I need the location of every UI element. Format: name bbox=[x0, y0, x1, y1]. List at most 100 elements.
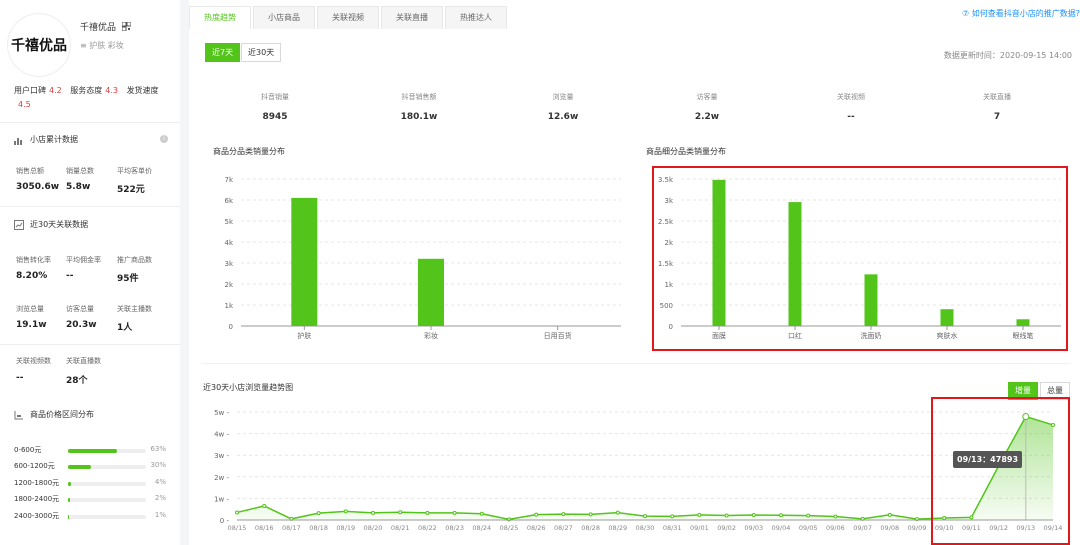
tab-influencers[interactable]: 热推达人 bbox=[445, 6, 507, 29]
data-point bbox=[670, 514, 675, 519]
stat-label: 推广商品数 bbox=[117, 256, 152, 264]
price-bar-fill bbox=[68, 482, 72, 486]
rating-label-reputation: 用户口碑 bbox=[14, 86, 46, 95]
data-point bbox=[643, 514, 647, 519]
y-tick-label: 4k bbox=[224, 239, 233, 247]
data-point bbox=[588, 512, 593, 517]
highlight-box-trend bbox=[931, 397, 1070, 545]
price-bar-track bbox=[68, 465, 146, 469]
x-tick-label: 09/05 bbox=[799, 524, 818, 532]
stat-value: 1人 bbox=[117, 323, 133, 333]
y-tick-label: 2k bbox=[224, 281, 233, 289]
y-tick-label: 5w - bbox=[214, 409, 229, 417]
rating-value-service: 4.3 bbox=[105, 86, 119, 95]
price-range-label: 1800-2400元 bbox=[14, 495, 60, 503]
x-tick-label: 08/30 bbox=[636, 524, 655, 532]
kpi-value: -- bbox=[847, 112, 855, 122]
data-point bbox=[615, 510, 620, 515]
x-tick-label: 08/15 bbox=[228, 524, 247, 532]
main-divider bbox=[201, 363, 1071, 364]
y-tick-label: 3k bbox=[224, 260, 233, 268]
update-time: 数据更新时间：2020-09-15 14:00 bbox=[943, 51, 1072, 60]
data-point bbox=[371, 510, 375, 515]
data-point bbox=[452, 510, 457, 515]
price-range-label: 600-1200元 bbox=[14, 462, 55, 470]
chart-title-trend: 近30天小店浏览量趋势图 bbox=[203, 383, 294, 392]
kpi-douyin-sales: 抖音销量 8945 bbox=[205, 92, 345, 122]
data-point bbox=[398, 510, 403, 515]
kpi-label: 关联直播 bbox=[983, 93, 1011, 101]
data-point bbox=[316, 511, 321, 516]
stat-value: 522元 bbox=[117, 185, 145, 195]
price-dist-title-text: 商品价格区间分布 bbox=[30, 410, 94, 419]
help-link[interactable]: ⑦ 如何查看抖音小店的推广数据? bbox=[962, 8, 1080, 19]
info-icon[interactable]: i bbox=[160, 135, 168, 143]
y-tick-label: 7k bbox=[224, 176, 233, 184]
tab-products[interactable]: 小店商品 bbox=[253, 6, 315, 29]
kpi-douyin-revenue: 抖音销售额 180.1w bbox=[349, 92, 489, 122]
kpi-related-live: 关联直播 7 bbox=[927, 92, 1067, 122]
data-point bbox=[534, 512, 539, 517]
data-point bbox=[262, 503, 267, 508]
shop-categories: ≡ 护肤 彩妆 bbox=[80, 41, 124, 50]
kpi-label: 抖音销量 bbox=[261, 93, 289, 101]
chart-title-subcategory: 商品细分品类销量分布 bbox=[646, 147, 726, 156]
stat-value: 20.3w bbox=[66, 320, 97, 330]
axis-chart-icon bbox=[14, 410, 23, 419]
x-tick-label: 09/01 bbox=[690, 524, 709, 532]
x-tick-label: 08/28 bbox=[581, 524, 600, 532]
price-row: 600-1200元 30% bbox=[14, 461, 174, 473]
tab-bar: 热度趋势 小店商品 关联视频 关联直播 热推达人 bbox=[189, 6, 509, 29]
price-pct: 2% bbox=[154, 494, 166, 502]
highlight-box-subcategory bbox=[652, 166, 1068, 351]
kpi-visitors: 访客量 2.2w bbox=[637, 92, 777, 122]
x-tick-label: 09/07 bbox=[853, 524, 872, 532]
x-tick-label: 08/18 bbox=[309, 524, 328, 532]
data-point bbox=[479, 511, 484, 516]
stat-value: -- bbox=[16, 373, 24, 383]
data-point bbox=[751, 513, 756, 518]
data-point bbox=[779, 513, 783, 518]
price-row: 1200-1800元 4% bbox=[14, 478, 174, 490]
price-bar-fill bbox=[68, 498, 70, 502]
tab-live[interactable]: 关联直播 bbox=[381, 6, 443, 29]
price-bar-track bbox=[68, 449, 146, 453]
price-bar-track bbox=[68, 498, 146, 502]
shop-name-row: 千禧优品 bbox=[80, 20, 132, 33]
x-tick-label: 08/31 bbox=[663, 524, 682, 532]
kpi-value: 2.2w bbox=[694, 112, 720, 122]
kpi-value: 180.1w bbox=[400, 112, 438, 122]
x-tick-label: 08/24 bbox=[472, 524, 491, 532]
kpi-views: 浏览量 12.6w bbox=[493, 92, 633, 122]
kpi-label: 浏览量 bbox=[552, 93, 574, 101]
price-range-label: 1200-1800元 bbox=[14, 479, 60, 487]
x-tick-label: 09/06 bbox=[826, 524, 845, 532]
recent30-title: 近30天关联数据 bbox=[14, 219, 88, 230]
category-bar-chart: 0 1k 2k 3k 4k 5k 6k 7k 护肤 彩妆 日用百货 bbox=[224, 176, 621, 340]
kpi-value: 12.6w bbox=[547, 112, 579, 122]
tab-videos[interactable]: 关联视频 bbox=[317, 6, 379, 29]
stat-value: 5.8w bbox=[66, 182, 91, 192]
y-tick-label: 0 bbox=[229, 323, 233, 331]
stat-label: 关联主播数 bbox=[117, 305, 152, 313]
x-tick-label: 08/22 bbox=[418, 524, 437, 532]
y-tick-label: 4w - bbox=[214, 431, 229, 439]
rating-label-shipping: 发货速度 bbox=[126, 86, 159, 95]
price-bar-track bbox=[68, 515, 146, 519]
range-30d-button[interactable]: 近30天 bbox=[241, 43, 282, 62]
qr-code-icon[interactable] bbox=[122, 22, 132, 31]
stat-value: 28个 bbox=[66, 376, 88, 386]
x-tick-label: 彩妆 bbox=[424, 331, 438, 340]
x-tick-label: 08/26 bbox=[527, 524, 546, 532]
sidebar-divider bbox=[0, 206, 180, 207]
tab-trend[interactable]: 热度趋势 bbox=[189, 6, 251, 29]
shop-sidebar: 千禧优品 千禧优品 ≡ 护肤 彩妆 用户口碑 4.2 服务态度 4.3 发货速度 4… bbox=[0, 0, 180, 545]
rating-label-service: 服务态度 bbox=[70, 86, 103, 95]
data-point bbox=[887, 512, 892, 517]
price-pct: 30% bbox=[150, 461, 166, 469]
shop-name: 千禧优品 bbox=[80, 23, 117, 33]
range-7d-button[interactable]: 近7天 bbox=[205, 43, 241, 62]
price-pct: 1% bbox=[154, 511, 166, 519]
recent30-title-text: 近30天关联数据 bbox=[30, 220, 89, 229]
x-tick-label: 08/23 bbox=[445, 524, 464, 532]
